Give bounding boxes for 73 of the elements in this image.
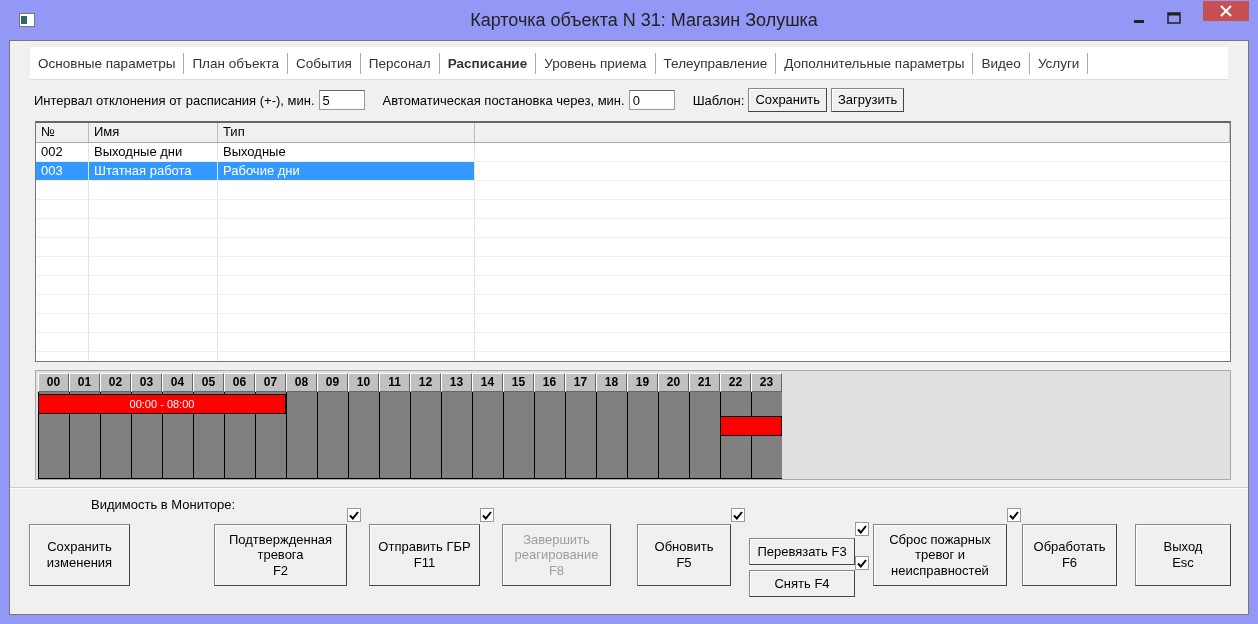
close-icon [1220,5,1232,17]
hour-header: 01 [69,373,100,392]
input-field[interactable]: 0 [628,90,675,110]
action-button[interactable]: Сохранить изменения [29,524,130,586]
column-header[interactable]: Тип [218,123,475,142]
checkbox[interactable] [855,522,869,536]
checkbox[interactable] [347,508,361,522]
hour-header: 15 [503,373,534,392]
hour-header: 18 [596,373,627,392]
template-button[interactable]: Сохранить [748,88,827,112]
table-cell: Штатная работа [89,162,218,180]
column-header[interactable]: № [36,123,89,142]
hour-header: 00 [38,373,69,392]
hour-header: 16 [534,373,565,392]
hour-header: 08 [286,373,317,392]
hour-header: 17 [565,373,596,392]
action-button[interactable]: Отправить ГБР F11 [369,524,480,586]
tab[interactable]: Дополнительные параметры [776,52,974,74]
checkbox[interactable] [1007,508,1021,522]
tab[interactable]: Расписание [439,52,537,74]
checkbox[interactable] [855,556,869,570]
hour-header: 19 [627,373,658,392]
schedule-bar[interactable] [720,416,782,436]
tab[interactable]: Услуги [1029,52,1089,74]
tab[interactable]: События [288,52,361,74]
table-cell: Выходные [218,143,475,161]
table-cell: Рабочие дни [218,162,475,180]
action-button[interactable]: Подтвержденная тревога F2 [214,524,347,586]
checkbox[interactable] [480,508,494,522]
hour-header: 07 [255,373,286,392]
action-button[interactable]: Сброс пожарных тревог и неисправностей [873,524,1007,586]
action-button[interactable]: Обновить F5 [637,524,731,586]
action-button[interactable]: Выход Esc [1135,524,1231,586]
table-cell: Выходные дни [89,143,218,161]
window-title: Карточка объекта N 31: Магазин Золушка [469,9,819,31]
window-icon [19,13,35,27]
checkbox[interactable] [731,508,745,522]
tab[interactable]: Видео [973,52,1030,74]
action-button[interactable]: Перевязать F3 [749,538,855,565]
tab[interactable]: Персонал [360,52,440,74]
action-button[interactable]: Обработать F6 [1022,524,1117,586]
hour-header: 04 [162,373,193,392]
hour-header: 11 [379,373,410,392]
table-cell: 002 [36,143,89,161]
hour-header: 06 [224,373,255,392]
monitor-visibility-label: Видимость в Мониторе: [91,497,236,512]
template-button[interactable]: Загрузить [831,88,905,112]
hour-header: 13 [441,373,472,392]
maximize-icon[interactable] [1167,12,1181,24]
field-label: Шаблон: [692,92,745,108]
hour-header: 02 [100,373,131,392]
table-cell: 003 [36,162,89,180]
hour-header: 23 [751,373,782,392]
hour-header: 03 [131,373,162,392]
tab[interactable]: План объекта [184,52,288,74]
hour-header: 10 [348,373,379,392]
hour-header: 20 [658,373,689,392]
field-label: Автоматическая постановка через, мин. [382,92,625,108]
tab[interactable]: Телеуправление [655,52,777,74]
action-button[interactable]: Снять F4 [749,570,855,597]
input-field[interactable]: 5 [318,90,365,110]
hour-header: 21 [689,373,720,392]
schedule-bar[interactable]: 00:00 - 08:00 [38,394,286,414]
tab[interactable]: Основные параметры [30,52,185,74]
hour-header: 22 [720,373,751,392]
hour-header: 05 [193,373,224,392]
hour-header: 14 [472,373,503,392]
close-button[interactable] [1203,1,1249,21]
hour-header: 12 [410,373,441,392]
column-header[interactable]: Имя [89,123,218,142]
field-label: Интервал отклонения от расписания (+-), мин. [34,92,315,108]
hour-header: 09 [317,373,348,392]
tab[interactable]: Уровень приема [536,52,656,74]
